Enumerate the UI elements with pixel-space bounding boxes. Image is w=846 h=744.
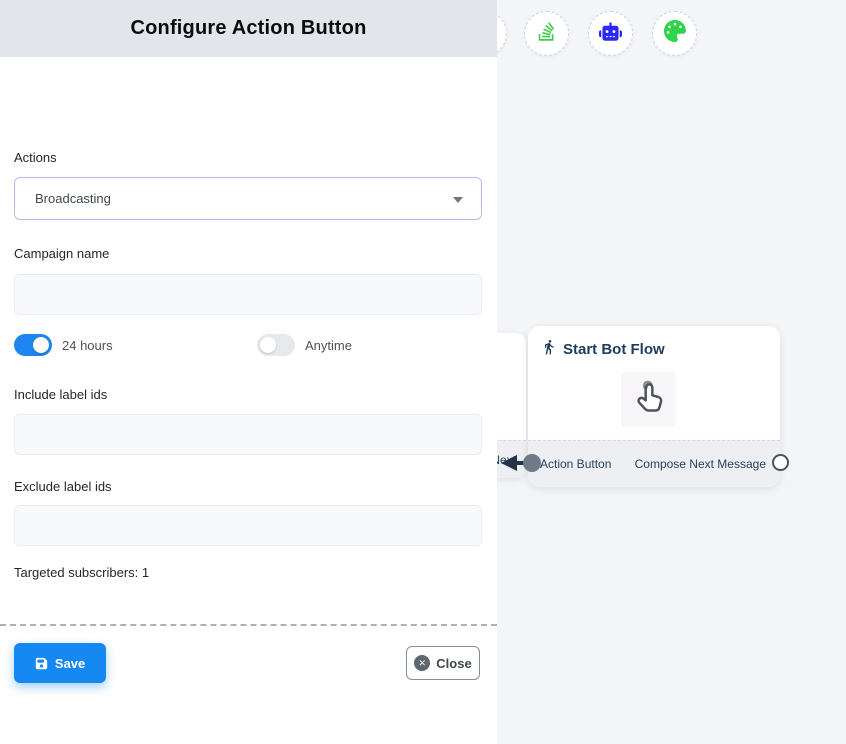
close-icon: ✕ [414,655,430,671]
targeted-subscribers-text: Targeted subscribers: 1 [14,565,149,580]
actions-selected-value: Broadcasting [35,191,111,206]
toolbar-button-theme[interactable] [652,11,697,56]
node-header: Start Bot Flow [541,339,665,359]
page-title: Configure Action Button [130,17,366,40]
toggle-anytime-label: Anytime [305,338,352,353]
divider [0,624,497,626]
save-icon [35,657,48,670]
port-label-compose-next: Compose Next Message [635,441,766,487]
palette-icon [664,20,686,47]
flow-node-start-bot-flow[interactable]: Start Bot Flow Action Button Compose Nex… [528,326,780,487]
toolbar-button-bot[interactable] [588,11,633,56]
app-root: Next Start Bot Flow Action Button Compos… [0,0,846,744]
port-label-action-button: Action Button [540,441,611,487]
actions-select[interactable]: Broadcasting [14,177,482,220]
connection-port-open[interactable] [772,454,789,471]
toggle-anytime[interactable] [257,334,295,356]
robot-icon [599,20,622,48]
exclude-label-ids-input[interactable] [14,505,482,546]
walking-person-icon [541,339,557,359]
toggle-24-hours-label: 24 hours [62,338,113,353]
node-footer: Action Button Compose Next Message [528,440,780,487]
campaign-name-label: Campaign name [14,246,109,261]
node-title: Start Bot Flow [563,341,665,358]
include-label-ids-label: Include label ids [14,387,107,402]
toggle-24-hours[interactable] [14,334,52,356]
hand-cursor-icon [629,377,669,422]
toolbar-button-stack[interactable] [524,11,569,56]
configure-panel: Configure Action Button Actions Broadcas… [0,0,497,744]
toggle-knob [260,337,276,353]
toggle-row-anytime: Anytime [257,334,352,356]
toggle-row-24-hours: 24 hours [14,334,113,356]
chevron-down-icon [453,197,463,203]
toggle-knob [33,337,49,353]
connection-port-filled[interactable] [523,454,541,472]
tap-zone [621,372,676,427]
campaign-name-input[interactable] [14,274,482,315]
panel-header: Configure Action Button [0,0,497,57]
close-button-label: Close [436,656,471,671]
save-button-label: Save [55,656,85,671]
actions-label: Actions [14,150,57,165]
close-button[interactable]: ✕ Close [406,646,480,680]
include-label-ids-input[interactable] [14,414,482,455]
stack-icon [536,21,557,47]
exclude-label-ids-label: Exclude label ids [14,479,112,494]
save-button[interactable]: Save [14,643,106,683]
